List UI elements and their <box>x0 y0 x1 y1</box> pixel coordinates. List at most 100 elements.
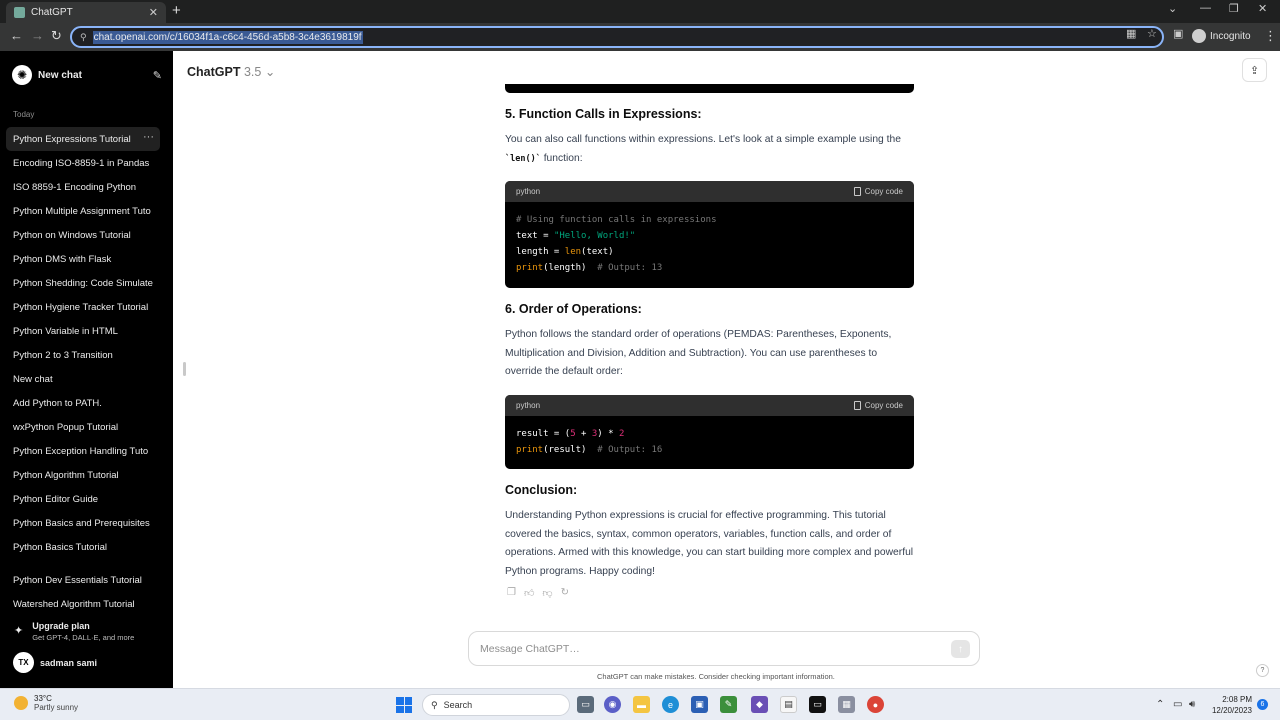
search-label: Search <box>443 700 473 710</box>
maximize-icon[interactable]: ❐ <box>1229 2 1239 15</box>
vscode-icon[interactable]: ◆ <box>751 696 768 713</box>
side-panel-icon[interactable]: ▣ <box>1173 27 1183 40</box>
store-icon[interactable]: ▣ <box>691 696 708 713</box>
paragraph: You can also call functions within expre… <box>505 134 901 164</box>
chat-item[interactable]: Python Exception Handling Tuto <box>6 439 160 463</box>
volume-icon[interactable]: 🔊︎ <box>1189 699 1195 710</box>
document-icon[interactable]: ▤ <box>780 696 797 713</box>
upgrade-plan-button[interactable]: ✦ Upgrade plan Get GPT-4, DALL·E, and mo… <box>14 621 134 642</box>
chat-app-icon[interactable]: ◉ <box>604 696 621 713</box>
bookmark-star-icon[interactable]: ☆ <box>1147 27 1157 40</box>
user-menu[interactable]: TX sadman sami <box>13 652 97 673</box>
tab-search-icon[interactable]: ⌄ <box>1168 2 1177 15</box>
incognito-indicator[interactable]: Incognito <box>1192 29 1251 43</box>
chat-history-list: Python Expressions Tutorial ··· Encoding … <box>6 127 160 559</box>
copy-code-button[interactable]: Copy code <box>853 401 903 410</box>
new-tab-icon[interactable]: + <box>172 2 181 19</box>
chat-item[interactable]: New chat <box>6 367 160 391</box>
site-info-icon[interactable]: ⚲ <box>80 32 87 43</box>
share-button[interactable]: ⇪ <box>1242 58 1267 82</box>
weather-condition: Partly sunny <box>34 703 79 712</box>
chevron-up-icon[interactable]: ⌃ <box>1156 699 1164 710</box>
model-selector[interactable]: ChatGPT 3.5 ⌄ <box>187 64 275 79</box>
avatar: TX <box>13 652 34 673</box>
edge-icon[interactable]: e <box>662 696 679 713</box>
network-icon[interactable]: ▭ <box>1173 699 1182 710</box>
chat-item[interactable]: Python Shedding: Code Simulate <box>6 271 160 295</box>
chat-item[interactable]: Python Basics Tutorial <box>6 535 160 559</box>
copy-icon[interactable]: ❐ <box>507 587 516 599</box>
terminal-icon[interactable]: ▭ <box>809 696 826 713</box>
date: 12/20/2023 <box>1211 706 1252 715</box>
close-tab-icon[interactable]: ✕ <box>149 6 158 19</box>
forward-icon[interactable]: → <box>31 28 44 43</box>
paragraph: Python follows the standard order of ope… <box>505 329 892 378</box>
send-button[interactable]: ↑ <box>951 640 970 658</box>
partly-sunny-icon <box>14 696 28 710</box>
regenerate-icon[interactable]: ↻ <box>561 587 569 599</box>
chat-item[interactable]: Python Multiple Assignment Tuto <box>6 199 160 223</box>
qr-code-icon[interactable]: ▦ <box>1126 27 1136 40</box>
chat-item[interactable]: Python Expressions Tutorial ··· <box>6 127 160 151</box>
close-window-icon[interactable]: ✕ <box>1258 2 1267 15</box>
browser-tab[interactable]: ChatGPT ✕ <box>6 2 166 23</box>
notification-badge[interactable]: 6 <box>1257 699 1268 710</box>
back-icon[interactable]: ← <box>10 28 23 43</box>
section-today: Today <box>13 110 35 119</box>
clipboard-icon <box>853 401 861 410</box>
browser-tab-bar: ChatGPT ✕ + ⌄ — ❐ ✕ <box>0 0 1280 23</box>
inline-code: `len()` <box>505 153 541 164</box>
taskbar-search[interactable]: ⚲ Search <box>422 694 570 716</box>
message-input[interactable]: Message ChatGPT… ↑ <box>468 631 980 666</box>
chat-item[interactable]: Python Editor Guide <box>6 487 160 511</box>
edit-icon[interactable]: ✎ <box>153 69 162 82</box>
upgrade-title: Upgrade plan <box>32 621 90 631</box>
paragraph: Understanding Python expressions is cruc… <box>505 510 914 578</box>
url-text[interactable]: chat.openai.com/c/16034f1a-c6c4-456d-a5b… <box>92 30 363 44</box>
time: 2:08 PM <box>1222 695 1252 704</box>
new-chat-button[interactable]: ✺ New chat ✎ <box>12 65 162 85</box>
browser-menu-icon[interactable]: ⋮ <box>1264 28 1277 44</box>
minimize-icon[interactable]: — <box>1200 2 1211 14</box>
address-bar[interactable]: ⚲ chat.openai.com/c/16034f1a-c6c4-456d-a… <box>70 26 1164 48</box>
chrome-icon[interactable]: ● <box>867 696 884 713</box>
image-app-icon[interactable]: ▦ <box>838 696 855 713</box>
thumbs-up-icon[interactable]: 👍︎ <box>524 587 534 599</box>
model-name: ChatGPT <box>187 65 241 79</box>
chat-item[interactable]: Watershed Algorithm Tutorial <box>6 592 160 616</box>
reload-icon[interactable]: ↻ <box>51 28 62 44</box>
incognito-icon <box>1192 29 1206 43</box>
start-button[interactable] <box>396 697 412 713</box>
notepad-icon[interactable]: ✎ <box>720 696 737 713</box>
thumbs-down-icon[interactable]: 👎︎ <box>542 587 552 599</box>
section-heading: 6. Order of Operations: <box>505 302 642 316</box>
chat-item[interactable]: ISO 8859-1 Encoding Python <box>6 175 160 199</box>
chat-item[interactable]: Python Hygiene Tracker Tutorial <box>6 295 160 319</box>
more-options-icon[interactable]: ··· <box>143 131 154 143</box>
chat-item[interactable]: Python on Windows Tutorial <box>6 223 160 247</box>
user-name: sadman sami <box>40 657 98 668</box>
chat-item[interactable]: Encoding ISO-8859-1 in Pandas <box>6 151 160 175</box>
copy-code-button[interactable]: Copy code <box>853 187 903 196</box>
taskbar: 33°C Partly sunny ⚲ Search ▭ ◉ ▬ e ▣ ✎ ◆… <box>0 688 1280 720</box>
chat-item[interactable]: Python Algorithm Tutorial <box>6 463 160 487</box>
chat-item[interactable]: Python Basics and Prerequisites <box>6 511 160 535</box>
chat-item[interactable]: Add Python to PATH. <box>6 391 160 415</box>
message-placeholder: Message ChatGPT… <box>480 642 580 655</box>
code-language: python <box>516 187 541 196</box>
chat-item[interactable]: Python DMS with Flask <box>6 247 160 271</box>
sidebar: ✺ New chat ✎ Today Python Expressions Tu… <box>0 51 173 688</box>
help-button[interactable]: ? <box>1256 664 1269 677</box>
incognito-label: Incognito <box>1210 30 1251 42</box>
task-view-icon[interactable]: ▭ <box>577 696 594 713</box>
sidebar-toggle-handle[interactable] <box>183 362 186 376</box>
chat-item[interactable]: wxPython Popup Tutorial <box>6 415 160 439</box>
weather-widget[interactable]: 33°C Partly sunny <box>14 694 78 712</box>
file-explorer-icon[interactable]: ▬ <box>633 696 650 713</box>
chat-item[interactable]: Python Variable in HTML <box>6 319 160 343</box>
chat-item[interactable]: Python 2 to 3 Transition <box>6 343 160 367</box>
clock[interactable]: 2:08 PM 12/20/2023 <box>1208 694 1252 716</box>
message-actions: ❐ 👍︎ 👎︎ ↻ <box>507 587 569 599</box>
chat-item[interactable]: Python Dev Essentials Tutorial <box>6 568 160 592</box>
disclaimer: ChatGPT can make mistakes. Consider chec… <box>597 672 835 681</box>
